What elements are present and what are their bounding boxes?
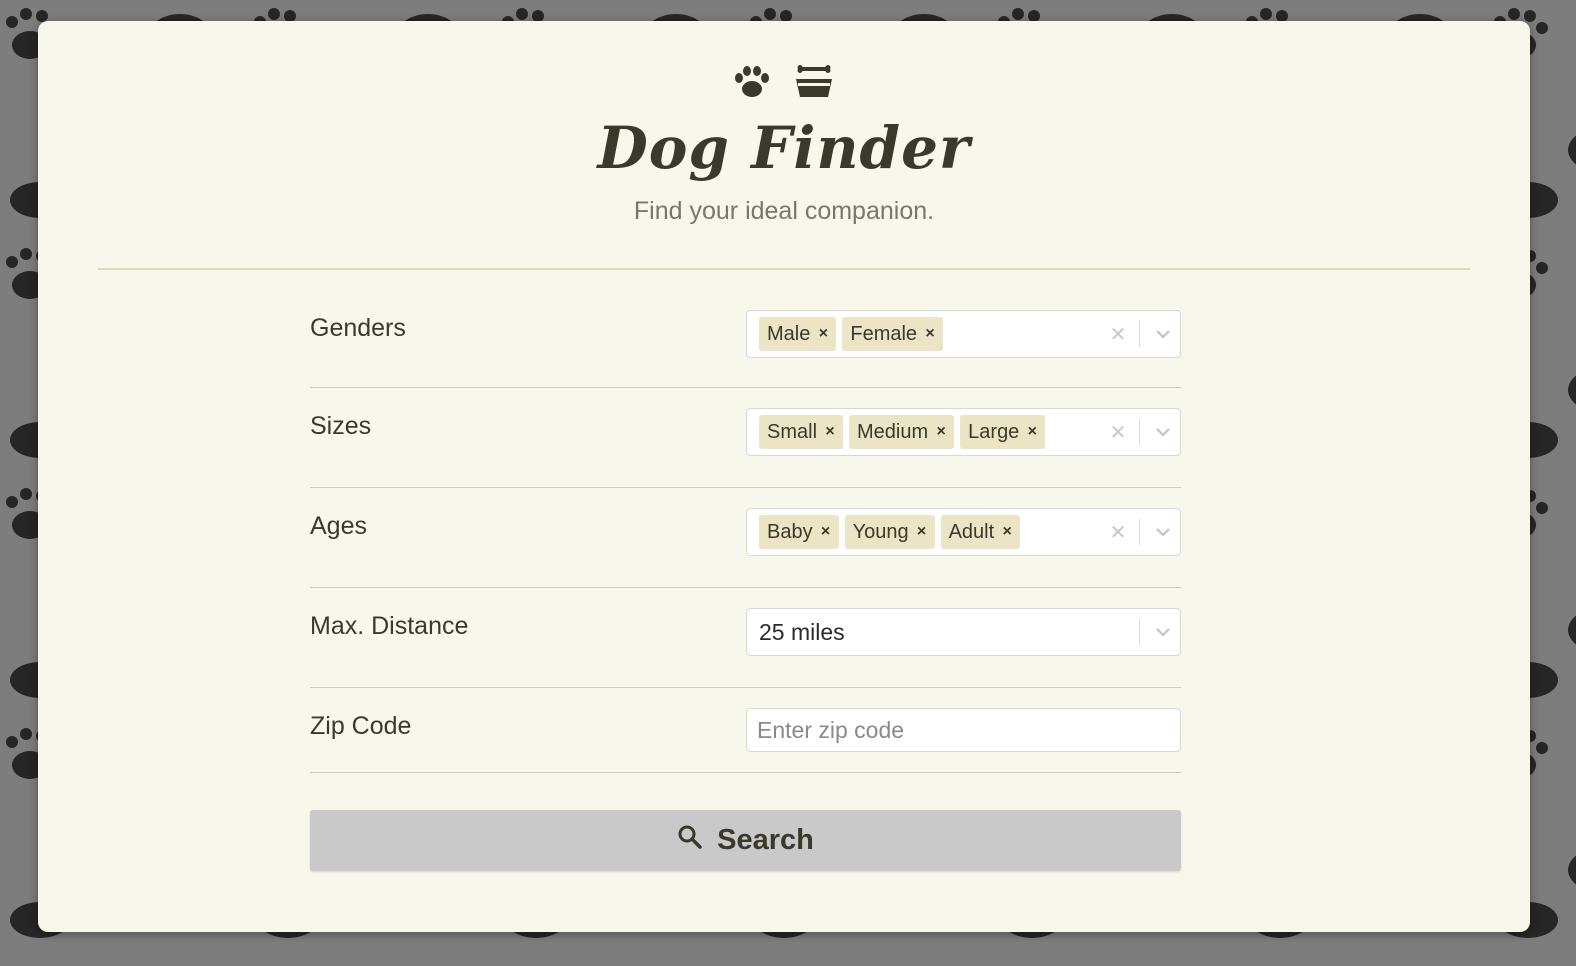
search-form: Genders Male × Female × ✕ Sizes Small × Med…: [310, 290, 1181, 773]
remove-icon[interactable]: ×: [928, 415, 954, 449]
select-separator: [1139, 419, 1140, 445]
dog-bowl-icon: [794, 65, 834, 103]
chip-medium: Medium ×: [849, 415, 955, 449]
chip-label: Male: [767, 322, 811, 345]
chevron-down-icon[interactable]: [1146, 427, 1180, 437]
distance-value: 25 miles: [759, 618, 845, 645]
header-divider: [98, 268, 1470, 270]
search-icon: [677, 824, 703, 858]
ages-label: Ages: [310, 512, 367, 540]
remove-icon[interactable]: ×: [909, 515, 935, 549]
chip-label: Large: [968, 420, 1020, 443]
chevron-down-icon[interactable]: [1146, 527, 1180, 537]
select-separator: [1139, 321, 1140, 347]
sizes-row: Sizes Small × Medium × Large × ✕: [310, 388, 1181, 488]
clear-icon[interactable]: ✕: [1103, 520, 1133, 544]
distance-row: Max. Distance 25 miles: [310, 588, 1181, 688]
hero-icons: [38, 65, 1530, 103]
ages-chips: Baby × Young × Adult ×: [747, 515, 1103, 549]
remove-icon[interactable]: ×: [817, 415, 843, 449]
app-subtitle: Find your ideal companion.: [633, 197, 935, 225]
zip-label: Zip Code: [310, 712, 412, 740]
remove-icon[interactable]: ×: [994, 515, 1020, 549]
select-separator: [1139, 619, 1140, 645]
search-button-label: Search: [717, 824, 814, 856]
chip-label: Young: [852, 520, 909, 543]
ages-row: Ages Baby × Young × Adult × ✕: [310, 488, 1181, 588]
remove-icon[interactable]: ×: [810, 317, 836, 351]
paw-icon: [734, 65, 770, 103]
chip-label: Adult: [948, 520, 995, 543]
genders-chips: Male × Female ×: [747, 317, 1103, 351]
app-title: Dog Finder: [597, 114, 971, 182]
chip-baby: Baby ×: [759, 515, 839, 549]
genders-row: Genders Male × Female × ✕: [310, 290, 1181, 388]
chip-male: Male ×: [759, 317, 837, 351]
ages-select[interactable]: Baby × Young × Adult × ✕: [746, 508, 1181, 556]
chip-label: Small: [767, 420, 818, 443]
chevron-down-icon[interactable]: [1146, 329, 1180, 339]
chip-label: Female: [850, 322, 918, 345]
sizes-select[interactable]: Small × Medium × Large × ✕: [746, 408, 1181, 456]
clear-icon[interactable]: ✕: [1103, 322, 1133, 346]
search-button[interactable]: Search: [310, 810, 1181, 871]
chip-label: Baby: [767, 520, 813, 543]
zip-row: Zip Code: [310, 688, 1181, 773]
chip-female: Female ×: [842, 317, 944, 351]
genders-label: Genders: [310, 314, 406, 342]
clear-icon[interactable]: ✕: [1103, 420, 1133, 444]
sizes-label: Sizes: [310, 412, 372, 440]
chip-adult: Adult ×: [940, 515, 1021, 549]
chip-young: Young ×: [844, 515, 935, 549]
genders-select[interactable]: Male × Female × ✕: [746, 310, 1181, 358]
zip-code-input[interactable]: [746, 708, 1181, 752]
remove-icon[interactable]: ×: [813, 515, 839, 549]
distance-select[interactable]: 25 miles: [746, 608, 1181, 656]
select-separator: [1139, 519, 1140, 545]
remove-icon[interactable]: ×: [1019, 415, 1045, 449]
sizes-chips: Small × Medium × Large ×: [747, 415, 1103, 449]
remove-icon[interactable]: ×: [917, 317, 943, 351]
chip-small: Small ×: [759, 415, 844, 449]
chip-large: Large ×: [960, 415, 1046, 449]
chip-label: Medium: [857, 420, 929, 443]
distance-label: Max. Distance: [310, 612, 469, 640]
chevron-down-icon[interactable]: [1146, 627, 1180, 637]
